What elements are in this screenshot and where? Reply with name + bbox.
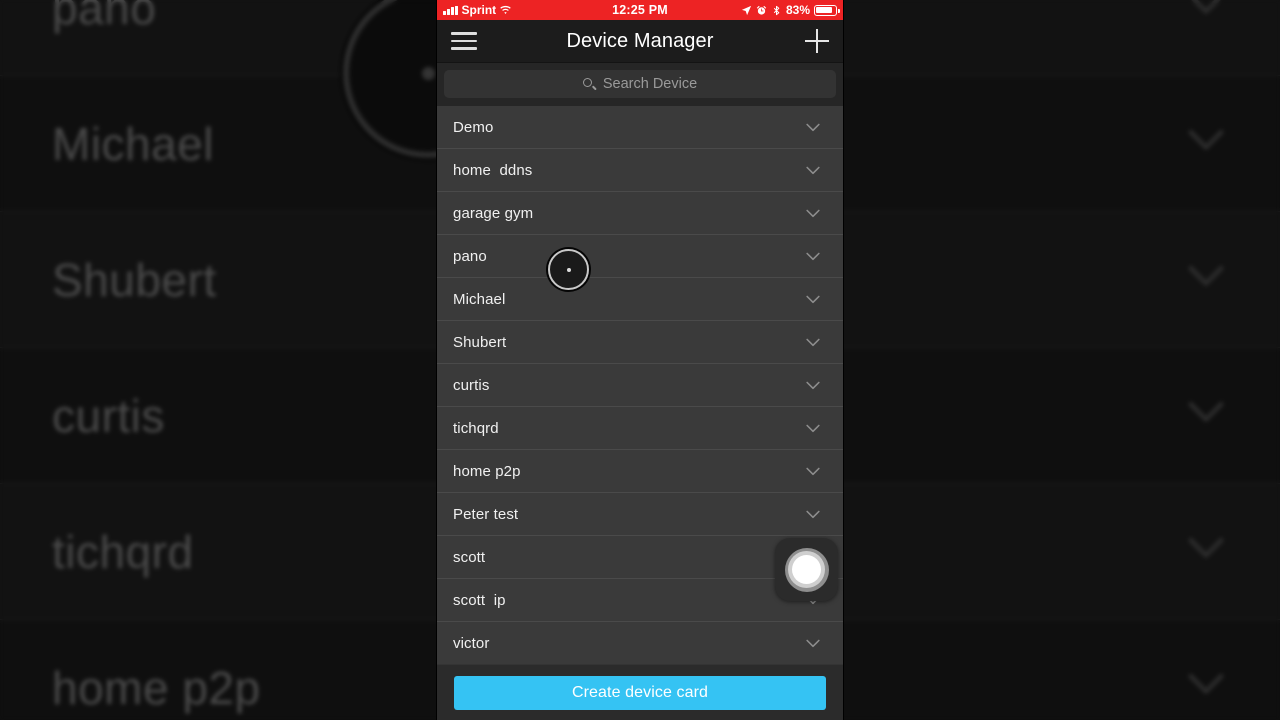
device-name: scott xyxy=(453,548,486,566)
search-placeholder: Search Device xyxy=(602,76,698,92)
footer-bar: Create device card xyxy=(437,664,843,720)
device-name: Michael xyxy=(453,290,506,308)
chevron-down-icon[interactable] xyxy=(803,203,823,223)
device-row-garage-gym[interactable]: garage gym xyxy=(437,192,843,235)
device-name: pano xyxy=(453,247,487,265)
backdrop-row-label: tichqrd xyxy=(52,525,194,578)
chevron-down-icon[interactable] xyxy=(803,375,823,395)
device-name: Peter test xyxy=(453,505,519,523)
chevron-down-icon xyxy=(1180,112,1232,164)
search-input[interactable]: Search Device xyxy=(444,70,836,98)
backdrop-row-label: pano xyxy=(52,0,157,34)
device-name: victor xyxy=(453,634,490,652)
device-row-home-ddns[interactable]: home ddns xyxy=(437,149,843,192)
device-row-demo[interactable]: Demo xyxy=(437,106,843,149)
device-row-pano[interactable]: pano xyxy=(437,235,843,278)
alarm-clock-icon xyxy=(756,5,767,15)
chevron-down-icon xyxy=(1180,384,1232,436)
chevron-down-icon xyxy=(1180,656,1232,708)
create-device-card-button[interactable]: Create device card xyxy=(454,675,826,710)
search-icon xyxy=(582,77,596,91)
location-arrow-icon xyxy=(741,5,752,15)
chevron-down-icon xyxy=(1180,520,1232,572)
backdrop-row-label: Michael xyxy=(52,117,215,170)
device-name: Shubert xyxy=(453,333,507,351)
page-title: Device Manager xyxy=(566,29,714,52)
device-name: home p2p xyxy=(453,462,521,480)
chevron-down-icon[interactable] xyxy=(803,289,823,309)
device-name: tichqrd xyxy=(453,419,499,437)
chevron-down-icon[interactable] xyxy=(803,332,823,352)
search-bar-container: Search Device xyxy=(437,63,843,106)
device-name: Demo xyxy=(453,118,494,136)
chevron-down-icon[interactable] xyxy=(803,461,823,481)
backdrop-row-label: curtis xyxy=(52,389,165,442)
device-row-victor[interactable]: victor xyxy=(437,622,843,665)
backdrop-row-label: Shubert xyxy=(52,253,217,306)
chevron-down-icon[interactable] xyxy=(803,246,823,266)
assistive-touch-core xyxy=(792,555,821,584)
assistive-touch-outer-ring xyxy=(784,547,829,592)
chevron-down-icon[interactable] xyxy=(803,117,823,137)
chevron-down-icon[interactable] xyxy=(803,160,823,180)
chevron-down-icon[interactable] xyxy=(803,418,823,438)
device-name: home ddns xyxy=(453,161,533,179)
chevron-down-icon xyxy=(1180,248,1232,300)
phone-screen: Sprint 12:25 PM 83% Device Manager Searc… xyxy=(437,0,843,720)
bluetooth-icon xyxy=(773,5,780,15)
backdrop-row-label: home p2p xyxy=(52,661,261,714)
device-row-curtis[interactable]: curtis xyxy=(437,364,843,407)
device-row-tichqrd[interactable]: tichqrd xyxy=(437,407,843,450)
assistive-touch-button[interactable] xyxy=(775,538,838,601)
device-row-michael[interactable]: Michael xyxy=(437,278,843,321)
chevron-down-icon[interactable] xyxy=(803,633,823,653)
chevron-down-icon[interactable] xyxy=(803,504,823,524)
battery-percent-label: 83% xyxy=(785,3,810,17)
assistive-touch-inner-ring xyxy=(788,551,825,588)
device-row-home-p2p[interactable]: home p2p xyxy=(437,450,843,493)
device-name: scott ip xyxy=(453,591,506,609)
plus-icon[interactable] xyxy=(805,29,829,53)
battery-icon xyxy=(814,4,840,16)
device-name: curtis xyxy=(453,376,490,394)
device-name: garage gym xyxy=(453,204,534,222)
status-bar: Sprint 12:25 PM 83% xyxy=(437,0,843,20)
hamburger-menu-icon[interactable] xyxy=(451,32,477,50)
status-bar-right: 83% xyxy=(741,3,840,17)
touch-point-indicator xyxy=(548,249,589,290)
chevron-down-icon xyxy=(1180,0,1232,28)
device-row-shubert[interactable]: Shubert xyxy=(437,321,843,364)
device-row-peter-test[interactable]: Peter test xyxy=(437,493,843,536)
navigation-bar: Device Manager xyxy=(437,20,843,63)
